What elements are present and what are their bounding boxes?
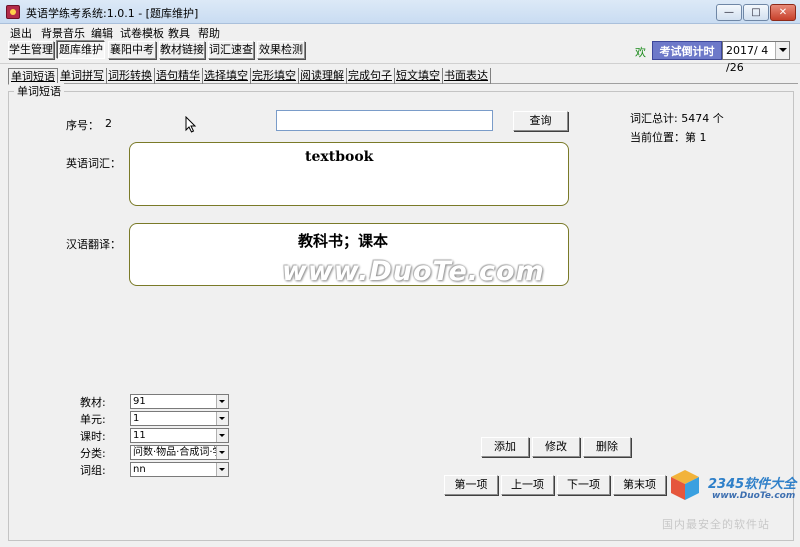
textbook-label: 教材: [80,396,106,409]
seq-label: 序号： [66,119,99,132]
category-select[interactable]: 问数·物品·合成词·学 [130,445,229,460]
english-word-text: textbook [305,149,374,165]
tab-reading[interactable]: 阅读理解 [298,68,347,84]
chevron-down-icon[interactable] [216,446,228,459]
tab-complete-sentence[interactable]: 完成句子 [346,68,395,84]
app-icon [6,5,20,19]
close-button[interactable]: ✕ [770,4,796,21]
group-select[interactable]: nn [130,462,229,477]
current-position-label: 当前位置：第 1 [630,131,707,144]
category-label: 分类: [80,447,106,460]
tab-multiple-choice[interactable]: 选择填空 [202,68,251,84]
category-value: 问数·物品·合成词·学 [133,447,223,458]
lesson-value: 11 [133,430,146,441]
nav-effect-test-button[interactable]: 效果检测 [257,41,305,59]
search-button[interactable]: 查询 [513,111,568,131]
search-input[interactable] [276,110,493,131]
textbook-value: 91 [133,396,146,407]
countdown-button[interactable]: 考试倒计时 [652,41,722,60]
vocab-total-label: 词汇总计: 5474 个 [630,112,724,125]
group-label: 词组: [80,464,106,477]
chevron-down-icon[interactable] [216,429,228,442]
greeting-text: 欢 [635,46,646,59]
next-record-button[interactable]: 下一项 [557,475,610,495]
tab-cloze[interactable]: 完形填空 [250,68,299,84]
edit-button[interactable]: 修改 [532,437,580,457]
chinese-translation-text: 教科书；课本 [298,232,389,250]
watermark: www.DuoTe.com [282,256,545,287]
unit-value: 1 [133,413,140,424]
nav-student-button[interactable]: 学生管理 [8,41,54,59]
add-button[interactable]: 添加 [481,437,529,457]
brand-url: www.DuoTe.com [712,491,796,501]
group-value: nn [133,464,146,475]
tab-strip: 单词短语 单词拼写 词形转换 语句精华 选择填空 完形填空 阅读理解 完成句子 … [8,68,798,85]
english-label: 英语词汇： [66,157,121,170]
brand-tagline: 国内最安全的软件站 [662,518,770,531]
brand-logo: 2345软件大全 www.DuoTe.com 国内最安全的软件站 [660,464,800,547]
chevron-down-icon[interactable] [775,42,789,59]
nav-vocab-lookup-button[interactable]: 词汇速查 [208,41,254,59]
first-record-button[interactable]: 第一项 [444,475,498,495]
textbook-select[interactable]: 91 [130,394,229,409]
nav-textbook-link-button[interactable]: 教材链接 [159,41,205,59]
lesson-select[interactable]: 11 [130,428,229,443]
tab-sentences[interactable]: 语句精华 [154,68,203,84]
chevron-down-icon[interactable] [216,412,228,425]
lesson-label: 课时: [80,430,106,443]
minimize-button[interactable]: — [716,4,742,21]
tab-word-form[interactable]: 词形转换 [106,68,155,84]
title-bar: 英语学练考系统:1.0.1 - [题库维护] — □ ✕ [0,0,800,24]
brand-cube-icon [671,470,699,500]
tab-passage-fill[interactable]: 短文填空 [394,68,443,84]
chinese-label: 汉语翻译： [66,238,121,251]
menu-bar: 退出 背景音乐 编辑 试卷模板 教具 帮助 [0,24,800,40]
unit-select[interactable]: 1 [130,411,229,426]
last-record-button[interactable]: 第末项 [613,475,666,495]
prev-record-button[interactable]: 上一项 [501,475,554,495]
date-picker[interactable]: 2017/ 4 /26 [722,41,790,74]
delete-button[interactable]: 删除 [583,437,631,457]
chevron-down-icon[interactable] [216,395,228,408]
brand-name: 2345软件大全 [708,477,797,492]
chevron-down-icon[interactable] [216,463,228,476]
nav-xiangyang-button[interactable]: 襄阳中考 [108,41,156,59]
mouse-cursor-icon [185,116,197,133]
unit-label: 单元: [80,413,106,426]
tab-spelling[interactable]: 单词拼写 [58,68,107,84]
nav-question-bank-button[interactable]: 题库维护 [57,41,105,59]
group-box-label: 单词短语 [14,83,64,99]
maximize-button[interactable]: □ [743,4,769,21]
seq-value: 2 [105,117,112,130]
window-title: 英语学练考系统:1.0.1 - [题库维护] [26,7,199,20]
nav-toolbar: 学生管理 题库维护 襄阳中考 教材链接 词汇速查 效果检测 欢 考试倒计时 20… [0,39,800,74]
tab-writing[interactable]: 书面表达 [442,68,491,84]
